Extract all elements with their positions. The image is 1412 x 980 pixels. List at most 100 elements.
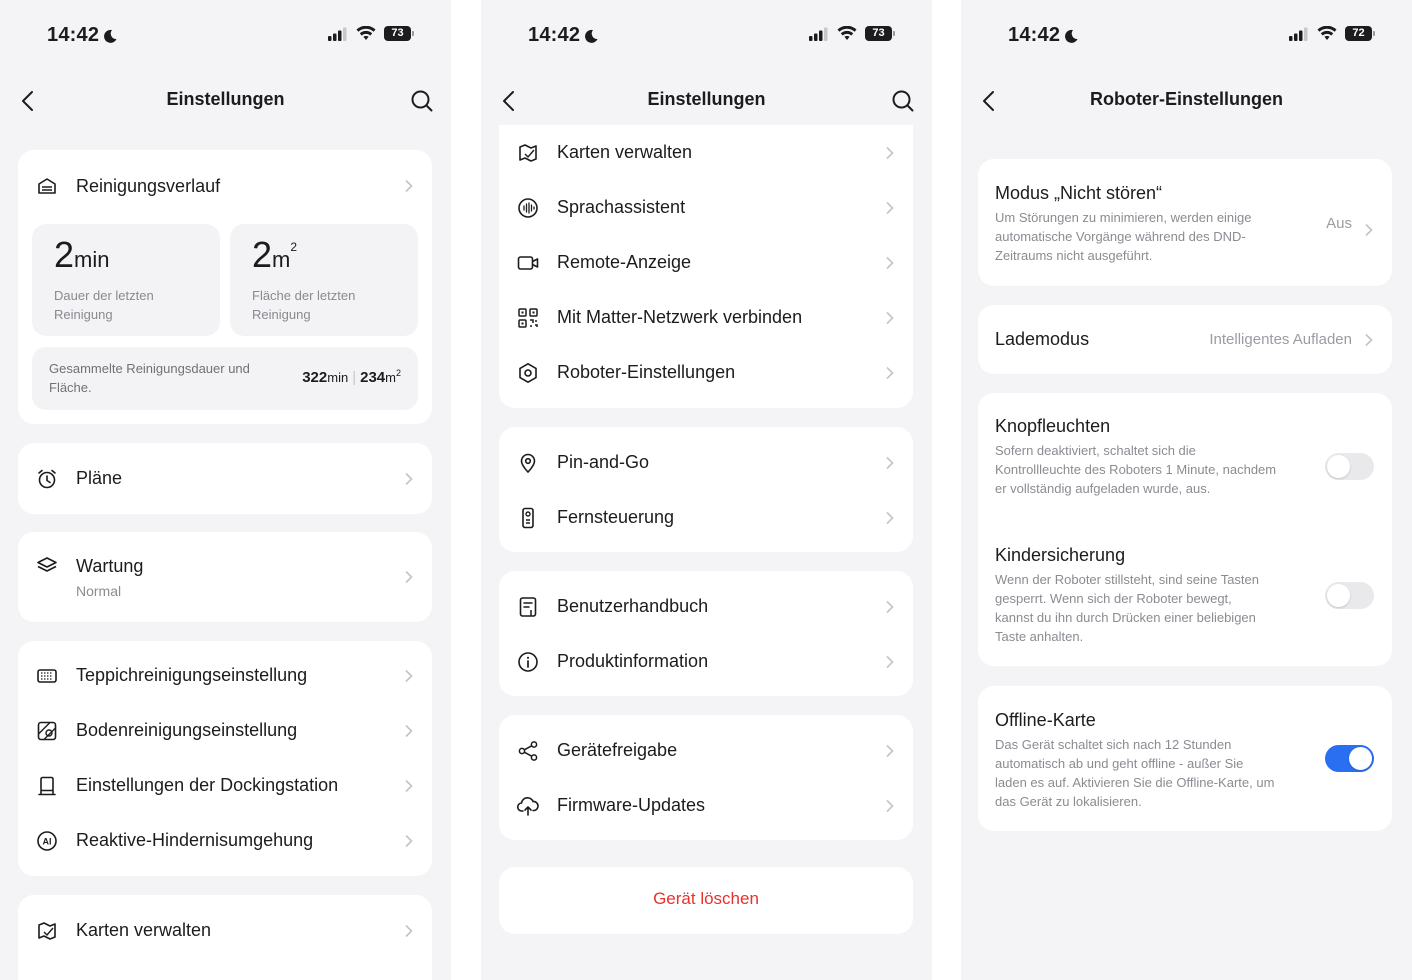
product-info-row[interactable]: Produktinformation (499, 634, 913, 689)
status-bar: 14:42 73 (481, 22, 932, 52)
voice-icon (518, 197, 538, 218)
offline-map-title: Offline-Karte (995, 710, 1096, 730)
remote-view-label: Remote-Anzeige (557, 252, 692, 272)
child-lock-toggle[interactable] (1325, 582, 1374, 609)
chevron-right-icon (405, 834, 413, 847)
pin-icon (520, 453, 536, 473)
search-icon[interactable] (890, 88, 916, 114)
signal-icon (328, 27, 347, 41)
chevron-right-icon (1365, 223, 1373, 237)
alarm-clock-icon (38, 469, 56, 488)
control-card: Pin-and-Go Fernsteuerung (499, 427, 913, 552)
status-icons: 72 (1289, 26, 1375, 41)
cleaning-settings-card: Teppichreinigungseinstellung Bodenreinig… (18, 641, 432, 876)
manage-maps-row[interactable]: Karten verwalten (499, 125, 913, 180)
signal-icon (1289, 27, 1308, 41)
device-share-card: Gerätefreigabe Firmware-Updates (499, 715, 913, 840)
nav-bar: Einstellungen (0, 80, 451, 122)
user-manual-label: Benutzerhandbuch (557, 596, 709, 616)
pin-and-go-row[interactable]: Pin-and-Go (499, 435, 913, 490)
delete-device-button[interactable]: Gerät löschen (499, 867, 913, 934)
dnd-card[interactable]: Modus „Nicht stören“ Um Störungen zu min… (978, 159, 1392, 286)
firmware-updates-row[interactable]: Firmware-Updates (499, 778, 913, 833)
matter-network-row[interactable]: Mit Matter-Netzwerk verbinden (499, 290, 913, 345)
page-title: Einstellungen (647, 89, 766, 109)
robot-settings-label: Roboter-Einstellungen (557, 362, 736, 382)
offline-map-toggle[interactable] (1325, 745, 1374, 772)
info-card: Benutzerhandbuch Produktinformation (499, 571, 913, 696)
page-title: Roboter-Einstellungen (1090, 89, 1283, 109)
charge-mode-card[interactable]: Lademodus Intelligentes Aufladen (978, 305, 1392, 374)
maps-card: Karten verwalten (18, 895, 432, 980)
toggle-knob (1349, 747, 1372, 770)
chevron-right-icon (405, 570, 413, 584)
settings-screen: 14:42 73 Einstellungen Reinigungsverlauf… (0, 0, 451, 980)
total-area-number: 234 (360, 369, 386, 386)
dock-setting-label: Einstellungen der Dockingstation (76, 775, 339, 795)
floor-setting-row[interactable]: Bodenreinigungseinstellung (18, 703, 432, 758)
signal-icon (809, 27, 828, 41)
remote-control-row[interactable]: Fernsteuerung (499, 490, 913, 545)
cleaning-history-row[interactable]: Reinigungsverlauf (18, 150, 432, 222)
ai-icon: AI (37, 830, 57, 851)
plans-row[interactable]: Pläne (18, 443, 432, 514)
chevron-right-icon (405, 179, 413, 193)
battery-indicator: 73 (384, 26, 414, 41)
carpet-setting-row[interactable]: Teppichreinigungseinstellung (18, 648, 432, 703)
obstacle-avoidance-row[interactable]: AI Reaktive-Hindernisumgehung (18, 813, 432, 868)
manage-maps-label: Karten verwalten (557, 142, 693, 162)
voice-assistant-row[interactable]: Sprachassistent (499, 180, 913, 235)
maintenance-card: Wartung Normal (18, 532, 432, 622)
chevron-right-icon (405, 779, 413, 792)
chevron-right-icon (886, 511, 894, 524)
device-sharing-row[interactable]: Gerätefreigabe (499, 723, 913, 778)
total-area-sup: 2 (395, 368, 401, 378)
plans-label: Pläne (76, 468, 123, 488)
dnd-title: Modus „Nicht stören“ (995, 183, 1163, 203)
floor-setting-label: Bodenreinigungseinstellung (76, 720, 298, 740)
button-light-toggle[interactable] (1325, 453, 1374, 480)
product-info-label: Produktinformation (557, 651, 709, 671)
manage-maps-row[interactable]: Karten verwalten (18, 903, 432, 958)
share-icon (518, 740, 538, 761)
robot-icon (519, 362, 537, 383)
last-area-sup: 2 (290, 240, 298, 254)
chevron-right-icon (405, 724, 413, 737)
maintenance-row[interactable]: Wartung Normal (18, 532, 432, 622)
status-bar: 14:42 73 (0, 22, 451, 52)
last-area-number: 2 (252, 234, 273, 275)
last-area-unit: m (272, 247, 291, 272)
dnd-description: Um Störungen zu minimieren, werden einig… (995, 210, 1252, 263)
chevron-right-icon (886, 600, 894, 613)
total-stats: Gesammelte Reinigungsdauer und Fläche. 3… (32, 347, 418, 410)
button-light-description: Sofern deaktiviert, schaltet sich die Ko… (995, 443, 1277, 496)
wifi-icon (837, 26, 857, 40)
plans-card: Pläne (18, 443, 432, 514)
delete-device-label: Gerät löschen (653, 889, 759, 908)
total-duration-number: 322 (302, 369, 328, 386)
chevron-right-icon (886, 311, 894, 324)
carpet-icon (37, 668, 57, 683)
total-area-unit: m (385, 370, 396, 385)
dock-setting-row[interactable]: Einstellungen der Dockingstation (18, 758, 432, 813)
chevron-right-icon (886, 366, 894, 379)
battery-indicator: 73 (865, 26, 895, 41)
robot-settings-row[interactable]: Roboter-Einstellungen (499, 345, 913, 400)
total-values: 322min | 234m2 (302, 368, 401, 386)
nav-bar: Einstellungen (481, 80, 932, 122)
status-time-group: 14:42 (1008, 24, 1079, 47)
user-manual-row[interactable]: Benutzerhandbuch (499, 579, 913, 634)
status-time: 14:42 (1008, 24, 1061, 46)
map-icon (38, 921, 56, 940)
last-duration-unit: min (74, 247, 110, 272)
camera-icon (517, 255, 539, 270)
chevron-right-icon (886, 201, 894, 214)
wifi-icon (1317, 26, 1337, 40)
moon-icon (1065, 29, 1078, 43)
last-duration-value: 2min (54, 234, 109, 276)
last-duration-number: 2 (54, 234, 75, 275)
search-icon[interactable] (409, 88, 435, 114)
last-area-label: Fläche der letzten Reinigung (252, 288, 356, 322)
pin-and-go-label: Pin-and-Go (557, 452, 650, 472)
remote-view-row[interactable]: Remote-Anzeige (499, 235, 913, 290)
